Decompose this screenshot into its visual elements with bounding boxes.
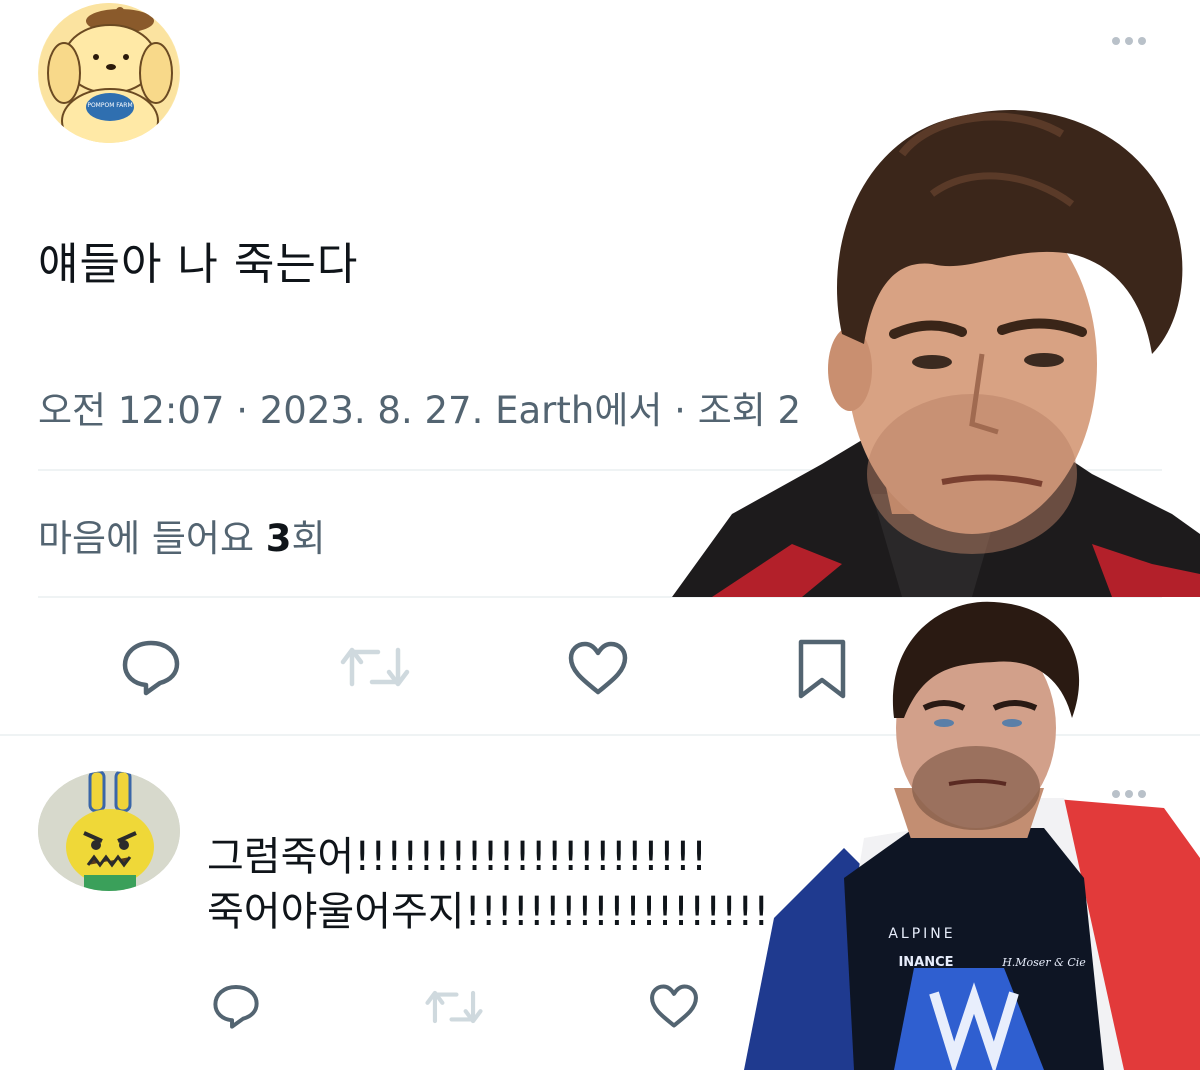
author-avatar[interactable]: POMPOM FARM — [38, 3, 180, 143]
retweet-button[interactable] — [340, 642, 410, 696]
reply-button[interactable] — [120, 638, 182, 700]
likes-suffix: 회 — [291, 517, 326, 560]
like-button[interactable] — [566, 640, 630, 700]
reply-icon — [122, 640, 180, 696]
retweet-icon — [425, 990, 483, 1024]
reply-author-avatar[interactable] — [38, 771, 180, 891]
more-icon[interactable] — [1112, 37, 1146, 45]
overlay-photo-2: ALPINE INANCE H.Moser & Cie — [744, 598, 1200, 1070]
heart-icon — [568, 641, 628, 695]
avatar-badge-text: POMPOM FARM — [87, 102, 132, 109]
reply-retweet-button[interactable] — [425, 986, 483, 1032]
reply-reply-button[interactable] — [210, 983, 262, 1033]
tweet-detail-screen: POMPOM FARM 얘들아 나 죽는다 오전 12:07 · 2023. 8… — [0, 0, 1200, 1070]
reply-text: 그럼죽어!!!!!!!!!!!!!!!!!!!!!! 죽어야울어주지!!!!!!… — [207, 830, 769, 940]
reply-icon — [213, 984, 259, 1029]
likes-count-line[interactable]: 마음에 들어요 3회 — [38, 508, 326, 562]
reply-line-2: 죽어야울어주지!!!!!!!!!!!!!!!!!!! — [207, 889, 770, 935]
likes-prefix: 마음에 들어요 — [38, 517, 266, 560]
likes-count: 3 — [265, 517, 292, 560]
reply-like-button[interactable] — [648, 983, 700, 1033]
tweet-text: 얘들아 나 죽는다 — [38, 239, 359, 290]
overlay-photo-1 — [672, 94, 1200, 597]
retweet-icon — [340, 647, 410, 687]
shirt-brand: ALPINE — [888, 926, 955, 942]
shirt-sponsor-2: H.Moser & Cie — [1001, 956, 1086, 969]
heart-icon — [650, 984, 698, 1028]
shirt-sponsor: INANCE — [898, 955, 953, 970]
reply-line-1: 그럼죽어!!!!!!!!!!!!!!!!!!!!!! — [207, 834, 707, 880]
